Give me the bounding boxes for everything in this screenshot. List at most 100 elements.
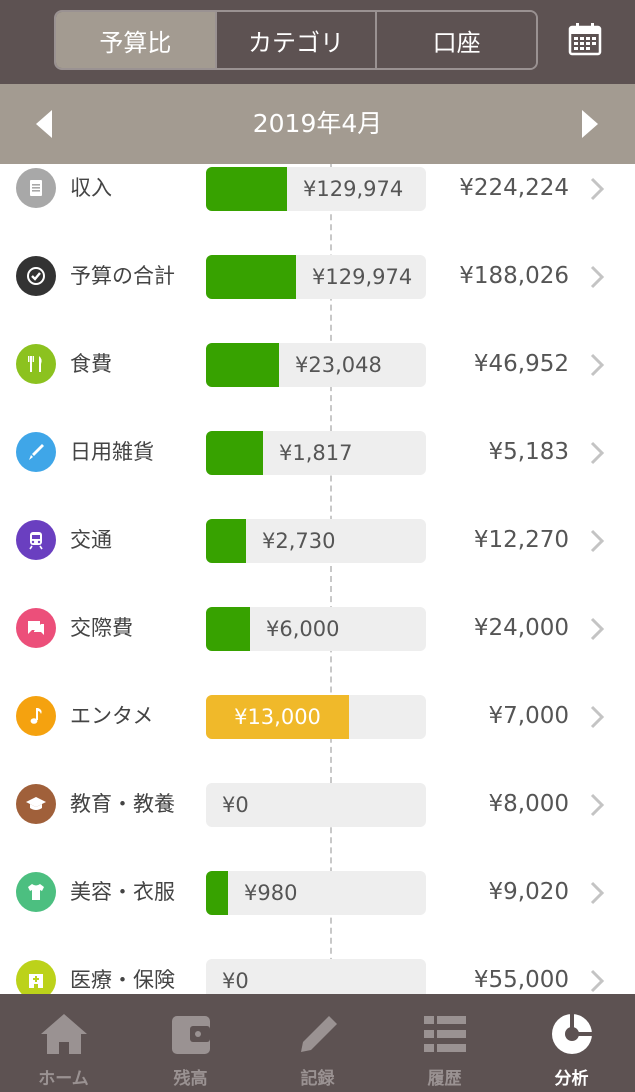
spent-amount: ¥6,000 bbox=[266, 617, 340, 641]
category-name: 収入 bbox=[70, 176, 112, 200]
budget-bar: ¥980 bbox=[206, 871, 426, 915]
brush-icon bbox=[29, 444, 44, 460]
tab-label-history: 履歴 bbox=[427, 1069, 462, 1089]
remaining-amount: ¥9,020 bbox=[488, 879, 569, 905]
remaining-amount: ¥7,000 bbox=[488, 703, 569, 729]
budget-bar-fill bbox=[206, 607, 250, 651]
month-title: 2019年4月 bbox=[252, 109, 383, 138]
category-name: 教育・教養 bbox=[70, 792, 175, 816]
tab-balance[interactable]: 残高 bbox=[127, 994, 254, 1092]
view-segmented-control: 予算比 カテゴリ 口座 bbox=[54, 10, 538, 70]
home-icon bbox=[40, 1014, 87, 1054]
remaining-amount: ¥55,000 bbox=[473, 967, 569, 993]
budget-bar-fill bbox=[206, 871, 228, 915]
receipt-icon bbox=[30, 180, 42, 196]
category-name: 交通 bbox=[70, 528, 112, 552]
segment-account[interactable]: 口座 bbox=[377, 12, 536, 68]
budget-bar: ¥1,817 bbox=[206, 431, 426, 475]
category-icon bbox=[16, 520, 56, 560]
remaining-amount: ¥46,952 bbox=[473, 351, 569, 377]
chevron-right-icon[interactable] bbox=[588, 264, 606, 290]
fork-knife-icon bbox=[28, 356, 42, 372]
budget-row[interactable]: 交際費 ¥6,000 ¥24,000 bbox=[0, 607, 635, 696]
category-name: 交際費 bbox=[70, 616, 133, 640]
chevron-right-icon[interactable] bbox=[588, 352, 606, 378]
tab-label-balance: 残高 bbox=[173, 1069, 208, 1089]
category-name: エンタメ bbox=[70, 704, 154, 728]
chevron-right-icon[interactable] bbox=[588, 440, 606, 466]
chevron-right-icon[interactable] bbox=[588, 704, 606, 730]
category-icon bbox=[16, 608, 56, 648]
spent-amount: ¥0 bbox=[222, 793, 249, 817]
category-icon bbox=[16, 168, 56, 208]
remaining-amount: ¥224,224 bbox=[459, 175, 569, 201]
budget-bar: ¥2,730 bbox=[206, 519, 426, 563]
spent-amount: ¥980 bbox=[244, 881, 298, 905]
chevron-right-icon[interactable] bbox=[588, 792, 606, 818]
budget-bar-fill bbox=[206, 343, 279, 387]
tab-analysis[interactable]: 分析 bbox=[508, 994, 635, 1092]
chevron-right-icon[interactable] bbox=[588, 616, 606, 642]
budget-bar-fill bbox=[206, 431, 263, 475]
budget-row[interactable]: 医療・保険 ¥0 ¥55,000 bbox=[0, 959, 635, 994]
month-navigation: 2019年4月 bbox=[0, 84, 635, 164]
budget-bar: ¥129,974 bbox=[206, 167, 426, 211]
category-name: 食費 bbox=[70, 352, 112, 376]
chevron-right-icon[interactable] bbox=[588, 968, 606, 994]
remaining-amount: ¥5,183 bbox=[488, 439, 569, 465]
remaining-amount: ¥8,000 bbox=[488, 791, 569, 817]
chat-icon bbox=[28, 621, 44, 635]
category-icon bbox=[16, 256, 56, 296]
calendar-icon[interactable] bbox=[568, 22, 602, 56]
spent-amount: ¥2,730 bbox=[262, 529, 336, 553]
graduation-cap-icon bbox=[26, 797, 46, 810]
category-name: 医療・保険 bbox=[70, 968, 175, 992]
spent-amount: ¥1,817 bbox=[279, 441, 353, 465]
chevron-right-icon[interactable] bbox=[588, 528, 606, 554]
budget-row[interactable]: エンタメ ¥13,000 ¥7,000 bbox=[0, 695, 635, 784]
budget-row[interactable]: 予算の合計 ¥129,974 ¥188,026 bbox=[0, 255, 635, 344]
chevron-right-icon[interactable] bbox=[588, 880, 606, 906]
budget-row[interactable]: 日用雑貨 ¥1,817 ¥5,183 bbox=[0, 431, 635, 520]
tab-history[interactable]: 履歴 bbox=[381, 994, 508, 1092]
budget-bar: ¥0 bbox=[206, 783, 426, 827]
category-name: 日用雑貨 bbox=[70, 440, 154, 464]
category-icon bbox=[16, 696, 56, 736]
pie-chart-icon bbox=[551, 1014, 592, 1054]
budget-list[interactable]: 収入 ¥129,974 ¥224,224 予算の合計 ¥129,974 ¥188,026 食… bbox=[0, 164, 635, 994]
pencil-icon bbox=[300, 1016, 337, 1052]
check-icon bbox=[27, 267, 45, 285]
category-name: 予算の合計 bbox=[70, 264, 175, 288]
budget-row[interactable]: 美容・衣服 ¥980 ¥9,020 bbox=[0, 871, 635, 960]
hospital-icon bbox=[29, 974, 43, 988]
budget-row[interactable]: 収入 ¥129,974 ¥224,224 bbox=[0, 167, 635, 256]
tab-record[interactable]: 記録 bbox=[254, 994, 381, 1092]
remaining-amount: ¥12,270 bbox=[473, 527, 569, 553]
chevron-right-icon[interactable] bbox=[588, 176, 606, 202]
tab-label-analysis: 分析 bbox=[554, 1069, 589, 1089]
bottom-tab-bar: ホーム 残高 記録 履歴 分析 bbox=[0, 994, 635, 1092]
category-icon bbox=[16, 960, 56, 994]
budget-bar-fill bbox=[206, 519, 246, 563]
category-icon bbox=[16, 432, 56, 472]
remaining-amount: ¥188,026 bbox=[459, 263, 569, 289]
tab-label-record: 記録 bbox=[300, 1069, 335, 1089]
remaining-amount: ¥24,000 bbox=[473, 615, 569, 641]
list-icon bbox=[423, 1016, 466, 1052]
arrow-right-icon[interactable] bbox=[574, 108, 604, 140]
segment-category[interactable]: カテゴリ bbox=[216, 12, 378, 68]
budget-bar-fill bbox=[206, 167, 287, 211]
tab-home[interactable]: ホーム bbox=[0, 994, 127, 1092]
music-note-icon bbox=[30, 708, 42, 724]
spent-amount: ¥0 bbox=[222, 969, 249, 993]
train-icon bbox=[29, 532, 43, 550]
tab-label-home: ホーム bbox=[38, 1069, 89, 1089]
budget-row[interactable]: 食費 ¥23,048 ¥46,952 bbox=[0, 343, 635, 432]
category-icon bbox=[16, 784, 56, 824]
category-icon bbox=[16, 872, 56, 912]
budget-row[interactable]: 教育・教養 ¥0 ¥8,000 bbox=[0, 783, 635, 872]
top-header: 予算比 カテゴリ 口座 bbox=[0, 0, 635, 84]
budget-row[interactable]: 交通 ¥2,730 ¥12,270 bbox=[0, 519, 635, 608]
budget-bar: ¥13,000 bbox=[206, 695, 426, 739]
segment-budget-ratio[interactable]: 予算比 bbox=[56, 12, 217, 68]
